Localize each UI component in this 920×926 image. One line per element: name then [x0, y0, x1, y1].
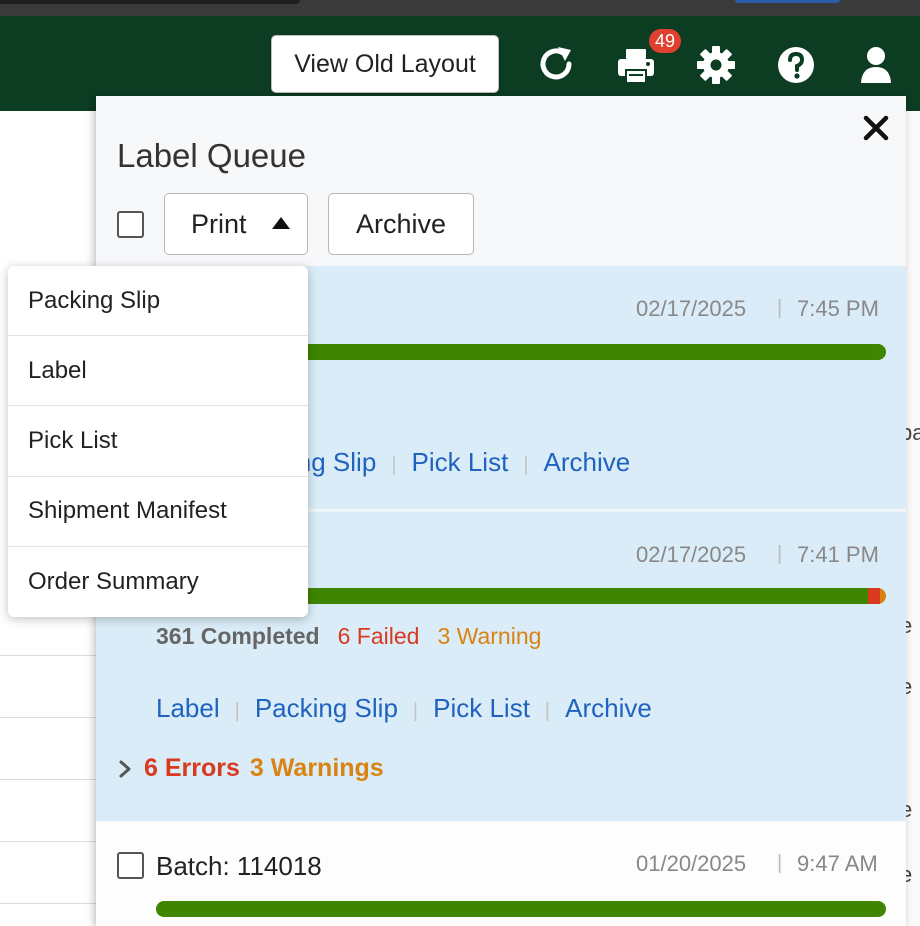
- chevron-right-icon: [118, 759, 132, 779]
- label-link[interactable]: Label: [156, 693, 220, 723]
- print-dropdown-button[interactable]: Print: [164, 193, 308, 255]
- bg-row-divider: [0, 903, 100, 904]
- print-button-label: Print: [191, 208, 247, 239]
- browser-active-indicator: [735, 0, 840, 3]
- panel-title: Label Queue: [117, 137, 306, 174]
- pick-list-link[interactable]: Pick List: [433, 693, 530, 723]
- browser-strip: [0, 0, 920, 16]
- link-separator: |: [234, 700, 240, 722]
- menu-item-pick-list[interactable]: Pick List: [8, 406, 308, 477]
- select-all-checkbox[interactable]: [117, 211, 144, 238]
- batch-card: Batch: 114018 01/20/2025 | 9:47 AM: [96, 822, 906, 926]
- completed-count: 361 Completed: [156, 623, 320, 649]
- printer-icon[interactable]: [614, 44, 658, 88]
- archive-link[interactable]: Archive: [544, 447, 631, 477]
- browser-tab-edge: [0, 0, 300, 4]
- pick-list-link[interactable]: Pick List: [411, 447, 508, 477]
- batch-title: Batch: 114018: [156, 851, 322, 881]
- caret-up-icon: [272, 217, 290, 229]
- batch-date: 01/20/2025: [636, 851, 747, 876]
- warning-count: 3 Warning: [437, 623, 542, 649]
- progress-segment-failed: [868, 588, 881, 604]
- batch-checkbox[interactable]: [117, 852, 144, 879]
- batch-date: 02/17/2025: [636, 296, 747, 321]
- bg-row-divider: [0, 655, 100, 656]
- date-time-separator: |: [777, 543, 783, 565]
- menu-item-packing-slip[interactable]: Packing Slip: [8, 266, 308, 337]
- view-old-layout-button[interactable]: View Old Layout: [271, 35, 499, 93]
- archive-button[interactable]: Archive: [328, 193, 474, 255]
- batch-stats: 361 Completed 6 Failed 3 Warning: [156, 623, 559, 650]
- batch-links: Label | Packing Slip | Pick List | Archive: [156, 693, 652, 724]
- menu-item-shipment-manifest[interactable]: Shipment Manifest: [8, 477, 308, 547]
- link-separator: |: [544, 700, 551, 722]
- errors-count: 6 Errors: [144, 754, 240, 782]
- batch-progress-bar: [156, 901, 886, 917]
- gear-icon[interactable]: [694, 43, 738, 87]
- bg-row-divider: [0, 779, 100, 780]
- failed-count: 6 Failed: [337, 623, 420, 649]
- link-separator: |: [412, 700, 419, 722]
- packing-slip-link[interactable]: Packing Slip: [255, 693, 398, 723]
- close-icon[interactable]: [858, 110, 894, 146]
- bg-row-divider: [0, 841, 100, 842]
- print-queue-badge: 49: [649, 29, 682, 53]
- warnings-count: 3 Warnings: [249, 754, 384, 782]
- user-icon[interactable]: [854, 43, 898, 87]
- refresh-icon[interactable]: [534, 42, 578, 86]
- link-separator: |: [391, 454, 397, 476]
- print-dropdown-menu: Packing Slip Label Pick List Shipment Ma…: [8, 266, 308, 617]
- archive-link[interactable]: Archive: [565, 693, 652, 723]
- help-icon[interactable]: [774, 43, 818, 87]
- progress-segment-warning: [880, 588, 886, 604]
- date-time-separator: |: [777, 297, 783, 319]
- batch-date: 02/17/2025: [636, 542, 747, 567]
- batch-time: 7:45 PM: [797, 296, 879, 321]
- batch-time: 7:41 PM: [797, 542, 879, 567]
- menu-item-label[interactable]: Label: [8, 336, 308, 407]
- progress-segment-completed: [156, 901, 886, 917]
- batch-time: 9:47 AM: [797, 851, 878, 876]
- batch-links: king Slip | Pick List | Archive: [278, 447, 630, 478]
- menu-item-order-summary[interactable]: Order Summary: [8, 547, 308, 617]
- link-separator: |: [523, 454, 529, 476]
- errors-toggle[interactable]: 6 Errors 3 Warnings: [118, 754, 384, 783]
- date-time-separator: |: [777, 852, 783, 874]
- bg-row-divider: [0, 717, 100, 718]
